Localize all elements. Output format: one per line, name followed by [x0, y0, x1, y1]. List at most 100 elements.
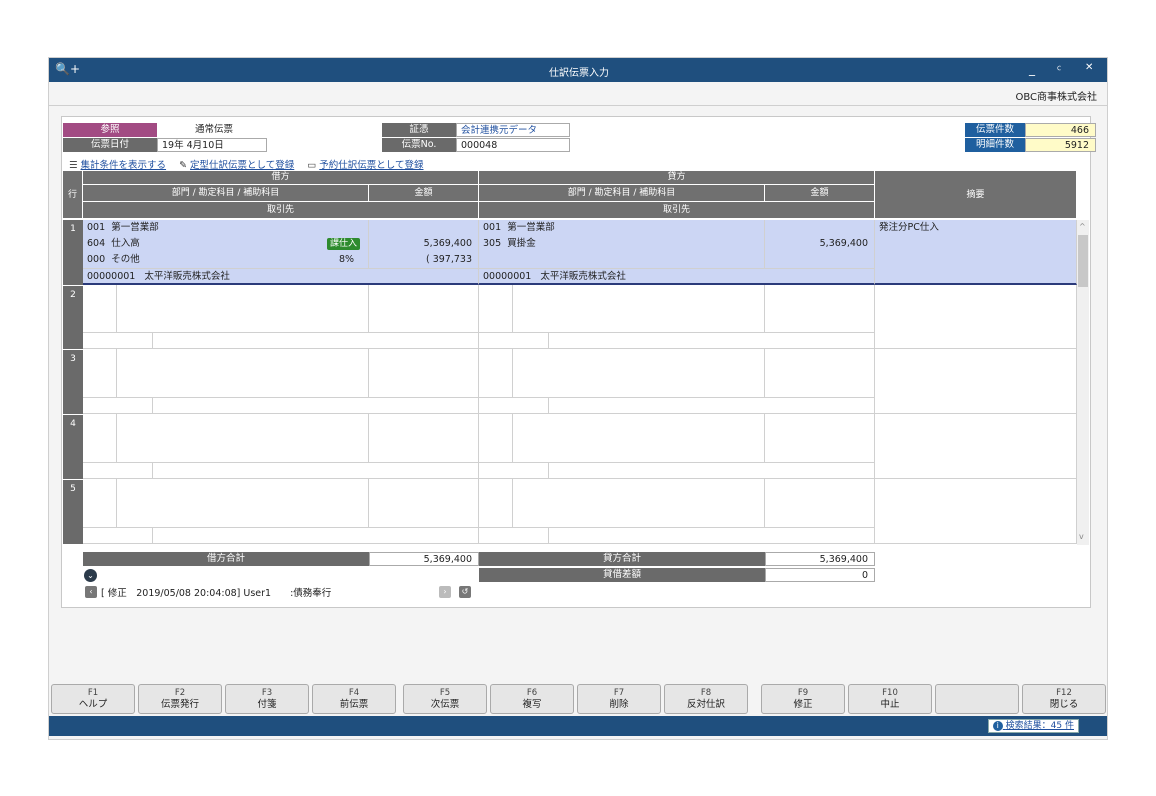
debit-code-cell[interactable]: [83, 285, 117, 333]
scroll-down-icon[interactable]: v: [1079, 532, 1084, 541]
proof-field[interactable]: 会計連携元データ: [456, 123, 570, 137]
credit-code-cell[interactable]: [479, 285, 513, 333]
debit-total-value: 5,369,400: [369, 552, 479, 566]
credit-partner-cell[interactable]: [549, 528, 875, 544]
credit-partner-cell[interactable]: [549, 398, 875, 414]
expand-icon[interactable]: ⌄: [84, 569, 97, 582]
debit-partner-code-cell[interactable]: [83, 463, 153, 479]
debit-amount-cell[interactable]: [369, 285, 479, 333]
debit-amount-cell[interactable]: 5,369,400 ( 397,733: [369, 220, 479, 269]
history-next-icon[interactable]: ›: [439, 586, 451, 598]
credit-account-cell[interactable]: [513, 479, 765, 528]
title-bar: 🔍+ 仕訳伝票入力 _ ꟲ ✕: [49, 58, 1107, 82]
credit-partner-cell[interactable]: [549, 333, 875, 349]
fkey-number: F8: [700, 688, 712, 698]
credit-code-cell[interactable]: [479, 479, 513, 528]
credit-account-cell[interactable]: [513, 285, 765, 333]
debit-account-cell[interactable]: [117, 285, 369, 333]
info-icon: i: [992, 721, 1003, 731]
credit-amount-cell[interactable]: 5,369,400: [765, 220, 875, 269]
credit-partner-code-cell[interactable]: [479, 398, 549, 414]
memo-cell[interactable]: [875, 349, 1077, 414]
f12-button[interactable]: F12 閉じる: [1022, 684, 1106, 714]
debit-partner-cell[interactable]: [153, 333, 479, 349]
date-label: 伝票日付: [63, 138, 157, 152]
detail-label: 明細件数: [965, 138, 1025, 152]
scroll-up-icon[interactable]: ^: [1079, 222, 1086, 231]
debit-partner-cell[interactable]: [153, 398, 479, 414]
credit-partner-code-cell[interactable]: [479, 528, 549, 544]
credit-code-cell[interactable]: [479, 414, 513, 463]
history-prev-icon[interactable]: ‹: [85, 586, 97, 598]
credit-partner-code-cell[interactable]: [479, 463, 549, 479]
date-field[interactable]: 19年 4月10日: [157, 138, 267, 152]
memo-cell[interactable]: 発注分PC仕入: [875, 220, 1077, 285]
search-result-link[interactable]: i 検索結果：45 件: [987, 719, 1079, 733]
debit-partner-cell[interactable]: [153, 463, 479, 479]
credit-amount-cell[interactable]: [765, 285, 875, 333]
minimize-button[interactable]: _: [1029, 62, 1035, 76]
register-template-link[interactable]: 定型仕訳伝票として登録: [190, 160, 294, 171]
credit-account-cell[interactable]: [513, 349, 765, 398]
credit-account-cell[interactable]: [513, 414, 765, 463]
f7-button[interactable]: F7 削除: [577, 684, 661, 714]
credit-account-cell[interactable]: 001 第一営業部 305 買掛金: [479, 220, 765, 269]
close-button[interactable]: ✕: [1085, 62, 1093, 73]
company-name: OBC商事株式会社: [1015, 92, 1097, 103]
memo-cell[interactable]: [875, 414, 1077, 479]
f6-button[interactable]: F6 複写: [490, 684, 574, 714]
credit-amount-cell[interactable]: [765, 349, 875, 398]
debit-partner-code-cell[interactable]: [83, 398, 153, 414]
credit-code-cell[interactable]: [479, 349, 513, 398]
debit-partner-cell[interactable]: [153, 528, 479, 544]
debit-amount-cell[interactable]: [369, 414, 479, 463]
f3-button[interactable]: F3 付箋: [225, 684, 309, 714]
f1-button[interactable]: F1 ヘルプ: [51, 684, 135, 714]
debit-account-cell[interactable]: [117, 479, 369, 528]
debit-account-cell[interactable]: 001 第一営業部 604 仕入高 課仕入 000 その他 8%: [83, 220, 369, 269]
f4-button[interactable]: F4 前伝票: [312, 684, 396, 714]
debit-dept-header: 部門 / 勘定科目 / 補助科目: [83, 185, 369, 202]
credit-amount-cell[interactable]: [765, 414, 875, 463]
debit-account-cell[interactable]: [117, 414, 369, 463]
debit-code-cell[interactable]: [83, 349, 117, 398]
f8-button[interactable]: F8 反対仕訳: [664, 684, 748, 714]
debit-partner-code-cell[interactable]: [83, 528, 153, 544]
debit-account-cell[interactable]: [117, 349, 369, 398]
memo-cell[interactable]: [875, 479, 1077, 544]
credit-partner-cell[interactable]: [549, 463, 875, 479]
scrollbar-thumb[interactable]: [1078, 235, 1088, 287]
row-number: 4: [63, 414, 83, 479]
f5-button[interactable]: F5 次伝票: [403, 684, 487, 714]
memo-cell[interactable]: [875, 285, 1077, 349]
debit-amount-cell[interactable]: [369, 479, 479, 528]
ref-value[interactable]: 通常伝票: [157, 123, 267, 137]
credit-partner-code-cell[interactable]: [479, 333, 549, 349]
debit-code-cell[interactable]: [83, 479, 117, 528]
row-number: 1: [63, 220, 83, 285]
history-reset-icon[interactable]: ↺: [459, 586, 471, 598]
credit-dept-code: 001: [483, 222, 502, 233]
credit-amount-cell[interactable]: [765, 479, 875, 528]
detail-value: 5912: [1025, 138, 1096, 152]
restore-button[interactable]: ꟲ: [1057, 62, 1061, 76]
fkey-label: 修正: [793, 699, 813, 710]
debit-partner-code-cell[interactable]: [83, 333, 153, 349]
f9-button[interactable]: F9 修正: [761, 684, 845, 714]
fkey-number: F12: [1056, 688, 1072, 698]
f2-button[interactable]: F2 伝票発行: [138, 684, 222, 714]
f10-button[interactable]: F10 中止: [848, 684, 932, 714]
fkey-number: F1: [87, 688, 99, 698]
debit-amount-cell[interactable]: [369, 349, 479, 398]
slip-no-field[interactable]: 000048: [456, 138, 570, 152]
show-conditions-link[interactable]: 集計条件を表示する: [81, 160, 167, 171]
register-scheduled-link[interactable]: 予約仕訳伝票として登録: [319, 160, 423, 171]
window-title: 仕訳伝票入力: [549, 68, 609, 79]
debit-code-cell[interactable]: [83, 414, 117, 463]
fkey-label: 付箋: [257, 699, 277, 710]
f11-button[interactable]: [935, 684, 1019, 714]
credit-partner-cell[interactable]: 00000001 太平洋販売株式会社: [479, 269, 875, 285]
debit-partner: 太平洋販売株式会社: [144, 271, 230, 282]
debit-partner-cell[interactable]: 00000001 太平洋販売株式会社: [83, 269, 479, 285]
credit-acct-code: 305: [483, 238, 502, 249]
